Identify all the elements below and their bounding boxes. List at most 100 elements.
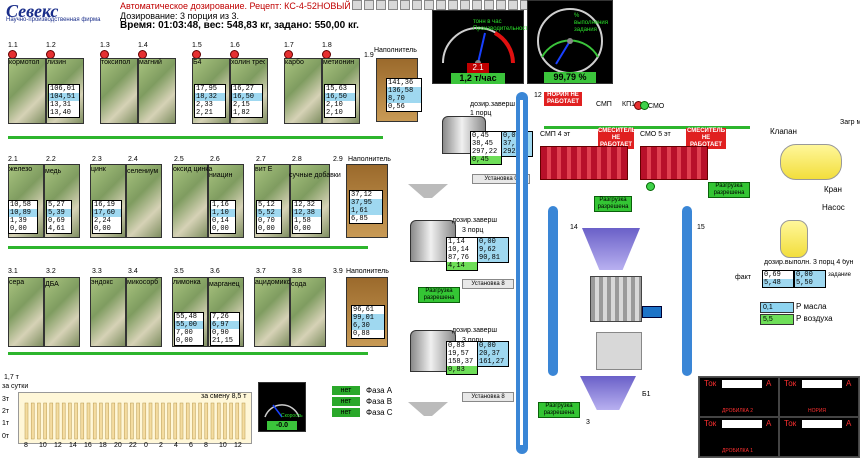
oil-tank[interactable] [780,144,842,180]
hopper-bin[interactable] [126,164,162,238]
day-chart-slot [154,402,159,440]
meter-name: НОРИЯ [808,408,827,414]
bin-name: ацидомикс [255,279,291,286]
toolbar-button-7[interactable] [424,0,434,10]
granulator-hopper[interactable] [582,228,640,270]
toolbar-button-4[interactable] [388,0,398,10]
toolbar-button-10[interactable] [460,0,470,10]
current-meter: Ток А НОРИЯ [779,377,859,417]
toolbar-button-2[interactable] [364,0,374,10]
day-chart-slot [49,402,54,440]
hopper-bin[interactable] [100,58,138,124]
pump-label: Насос [822,203,845,212]
day-chart-slot [204,402,209,440]
hopper-bin[interactable] [254,277,290,347]
value-cell: 6,85 [351,215,368,223]
dosing-tank[interactable] [780,220,808,258]
value-cell: 0,45 [472,132,489,140]
bin-name: лизин [47,59,66,66]
mixer-1-unload-button[interactable]: Разгрузка разрешена [594,196,632,212]
toolbar-button-6[interactable] [412,0,422,10]
day-chart-slot [223,402,227,440]
meter-unit: А [846,379,852,388]
cooler-unload-button[interactable]: Разгрузка разрешена [538,402,580,418]
toolbar-button-5[interactable] [400,0,410,10]
bin-name: микосорб [127,279,159,286]
cooler-hopper[interactable] [580,376,636,410]
value-cell: 1,14 [448,238,465,246]
bin-name: метионин [323,59,355,66]
window-title: Автоматическое дозирование. Рецепт: КС-4… [120,1,351,11]
toolbar-button-9[interactable] [448,0,458,10]
value-cell: 2,24 [94,217,111,225]
toolbar-button-13[interactable] [496,0,506,10]
value-cell: 17,95 [196,85,218,93]
value-cell: 5,39 [47,209,71,217]
value-cell: 19,57 [448,350,470,358]
toolbar-button-1[interactable] [352,0,362,10]
filler-values: 141,36 136,58 8,70 0,56 [386,78,422,112]
toolbar-button-8[interactable] [436,0,446,10]
task-label: задание [828,272,851,278]
value-cell: 6,30 [352,322,384,330]
toolbar-button-3[interactable] [376,0,386,10]
air-pressure-label: Р воздуха [796,314,833,323]
day-chart-slot [43,402,47,440]
smp4-label: СМП 4 эт [540,131,571,138]
value-cell: 7,00 [176,329,193,337]
day-chart-slot [37,402,41,440]
hopper-bin[interactable] [284,58,322,124]
mixer-2-unload-button[interactable]: Разгрузка разрешена [708,182,750,198]
day-chart-bars [24,402,246,440]
value-cell: 0,00 [258,225,275,233]
hopper-bin[interactable] [126,277,162,347]
scale-1-sub: 1 порц [470,110,492,117]
bin-values: 106,01 104,51 13,31 13,40 [48,84,80,118]
toolbar-button-12[interactable] [484,0,494,10]
x-tick-label: 8 [24,442,28,449]
value-cell: 15,63 [326,85,348,93]
hopper-bin[interactable] [90,277,126,347]
day-chart-slot [173,402,178,440]
toolbar-button-11[interactable] [472,0,482,10]
meter-display [722,380,762,388]
mixer-1[interactable] [540,146,628,180]
completion-value: 99,79 % [544,72,596,83]
current-meter: Ток А ДРОБИЛКА 1 [699,417,779,457]
hopper-bin[interactable] [8,277,44,347]
phase-a-label: Фаза A [366,386,393,395]
bin-name: сода [291,281,307,288]
x-tick-label: 12 [54,442,62,449]
day-chart-slot [229,402,233,440]
shift-total: за смену 8,5 т [201,393,247,400]
day-chart-slot [92,402,97,440]
hopper-bin[interactable] [172,164,208,238]
bin-index: 1.8 [322,42,332,49]
value-cell: 2,21 [196,109,213,117]
hopper-bin[interactable] [138,58,176,124]
meter-display [802,380,842,388]
value-cell: 5,50 [795,279,825,287]
day-chart-slot [86,402,91,440]
bin-index: 3.4 [128,268,138,275]
value-cell: 5,52 [257,209,281,217]
unload-allowed-button[interactable]: Разгрузка разрешена [418,287,460,303]
chute [596,332,642,370]
completion-caption: % выполнения задания [574,13,609,33]
mixer-2[interactable] [640,146,708,180]
hopper-bin[interactable] [8,58,46,124]
value-cell: 136,58 [387,87,421,95]
toolbar-button-14[interactable] [508,0,518,10]
value-cell: 0,00 [212,225,229,233]
value-cell: 17,60 [93,209,121,217]
day-chart-caption: за сутки [2,383,29,390]
phase-c-status: нет [332,408,360,417]
bin-index: 2.3 [92,156,102,163]
x-tick-label: 0 [144,442,148,449]
value-cell: 38,45 [472,140,494,148]
press-unit[interactable] [590,276,642,322]
day-chart-slot [61,402,66,440]
feed-line [8,352,368,355]
day-chart-slot [198,402,202,440]
value-cell: 4,14 [447,262,477,270]
